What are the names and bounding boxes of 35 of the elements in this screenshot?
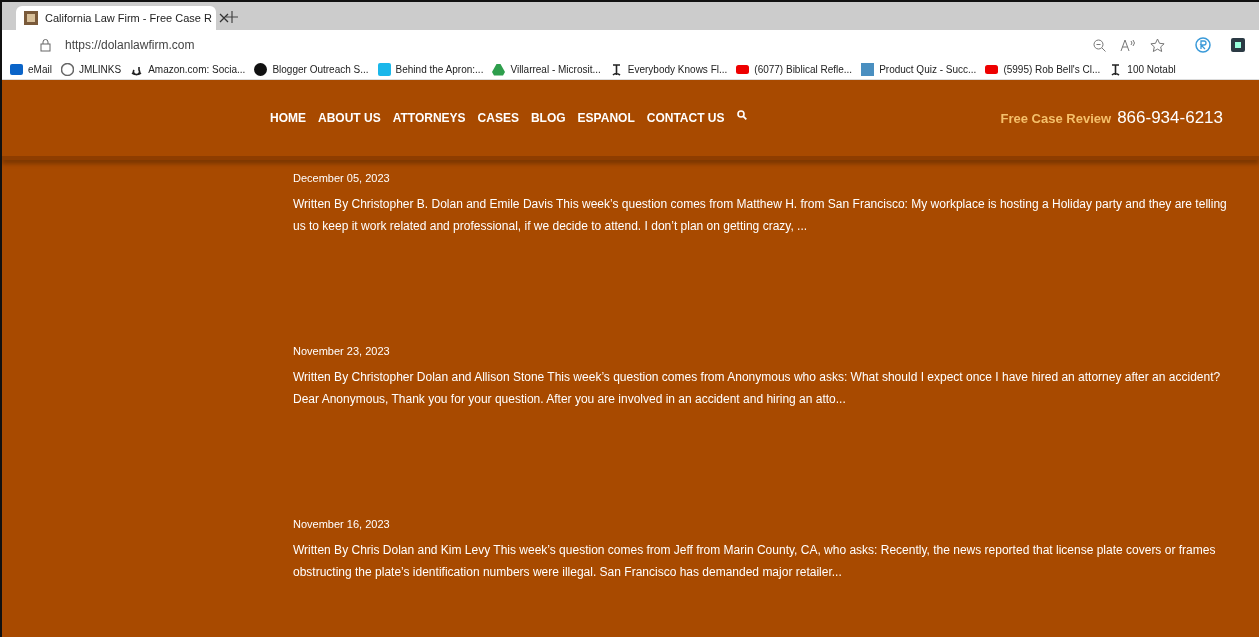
bookmark[interactable]: (6077) Biblical Refle... [736, 63, 853, 76]
bookmark[interactable]: Behind the Apron:... [377, 63, 484, 76]
nav-link[interactable]: CASES [477, 111, 519, 125]
nav-link[interactable]: ABOUT US [318, 111, 381, 125]
new-tab-icon[interactable] [226, 11, 238, 23]
post-date: December 05, 2023 [293, 172, 391, 184]
bookmark[interactable]: Blogger Outreach S... [254, 63, 369, 76]
nav-link[interactable]: ATTORNEYS [392, 111, 466, 125]
read-aloud-icon[interactable] [1120, 38, 1136, 52]
nav-link[interactable]: ESPANOL [577, 111, 635, 125]
star-icon[interactable] [1150, 38, 1165, 52]
post-excerpt: Written By Christopher B. Dolan and Emile Davis This week’s question comes from Matthew H. from San Francisco: My workplace is hosting a Holiday party and they are telling us to keep it work related and professional, if we decide to attend. I don’t plan on getting crazy, ... [293, 196, 1228, 235]
bookmark[interactable]: Villarreal - Microsit... [492, 63, 601, 76]
free-case-review-label: Free Case Review [1000, 111, 1112, 126]
bookmark[interactable]: JMLINKS [60, 63, 122, 76]
extension-icon[interactable] [1231, 38, 1245, 52]
favicon-icon [24, 11, 38, 25]
post-excerpt: Written By Chris Dolan and Kim Levy This week’s question comes from Jeff from Marin County, CA, who asks: Recently, the news reported that license plate covers or frames obstructing the plate’s identification numbers were illegal. San Francisco has demanded major retailer... [293, 542, 1217, 581]
nav-link[interactable]: BLOG [530, 111, 566, 125]
lock-icon [40, 38, 51, 52]
nav-link[interactable]: CONTACT US [646, 111, 725, 125]
post-excerpt: Written By Christopher Dolan and Allison Stone This week’s question comes from Anonymous who asks: What should I expect once I have hired an attorney after an accident? Dear Anonymous, Thank you for your question. After you are involved in an accident and hiring an atto... [293, 369, 1222, 408]
bookmark[interactable]: Amazon.com: Socia... [130, 63, 246, 76]
bookmark[interactable]: eMail [10, 63, 52, 76]
close-icon[interactable] [218, 13, 229, 23]
bookmark[interactable]: Product Quiz - Succ... [861, 63, 977, 76]
bookmark[interactable]: (5995) Rob Bell's Cl... [985, 63, 1101, 76]
nav-link[interactable]: HOME [270, 111, 306, 125]
search-icon[interactable] [736, 110, 747, 120]
phone-link[interactable]: 866-934-6213 [1117, 108, 1223, 128]
post-date: November 23, 2023 [293, 345, 391, 357]
bookmark[interactable]: Everybody Knows Fl... [609, 63, 728, 76]
post-date: November 16, 2023 [293, 518, 391, 530]
bookmark[interactable]: 100 Notabl [1109, 63, 1176, 76]
zoom-out-icon[interactable] [1093, 38, 1106, 52]
